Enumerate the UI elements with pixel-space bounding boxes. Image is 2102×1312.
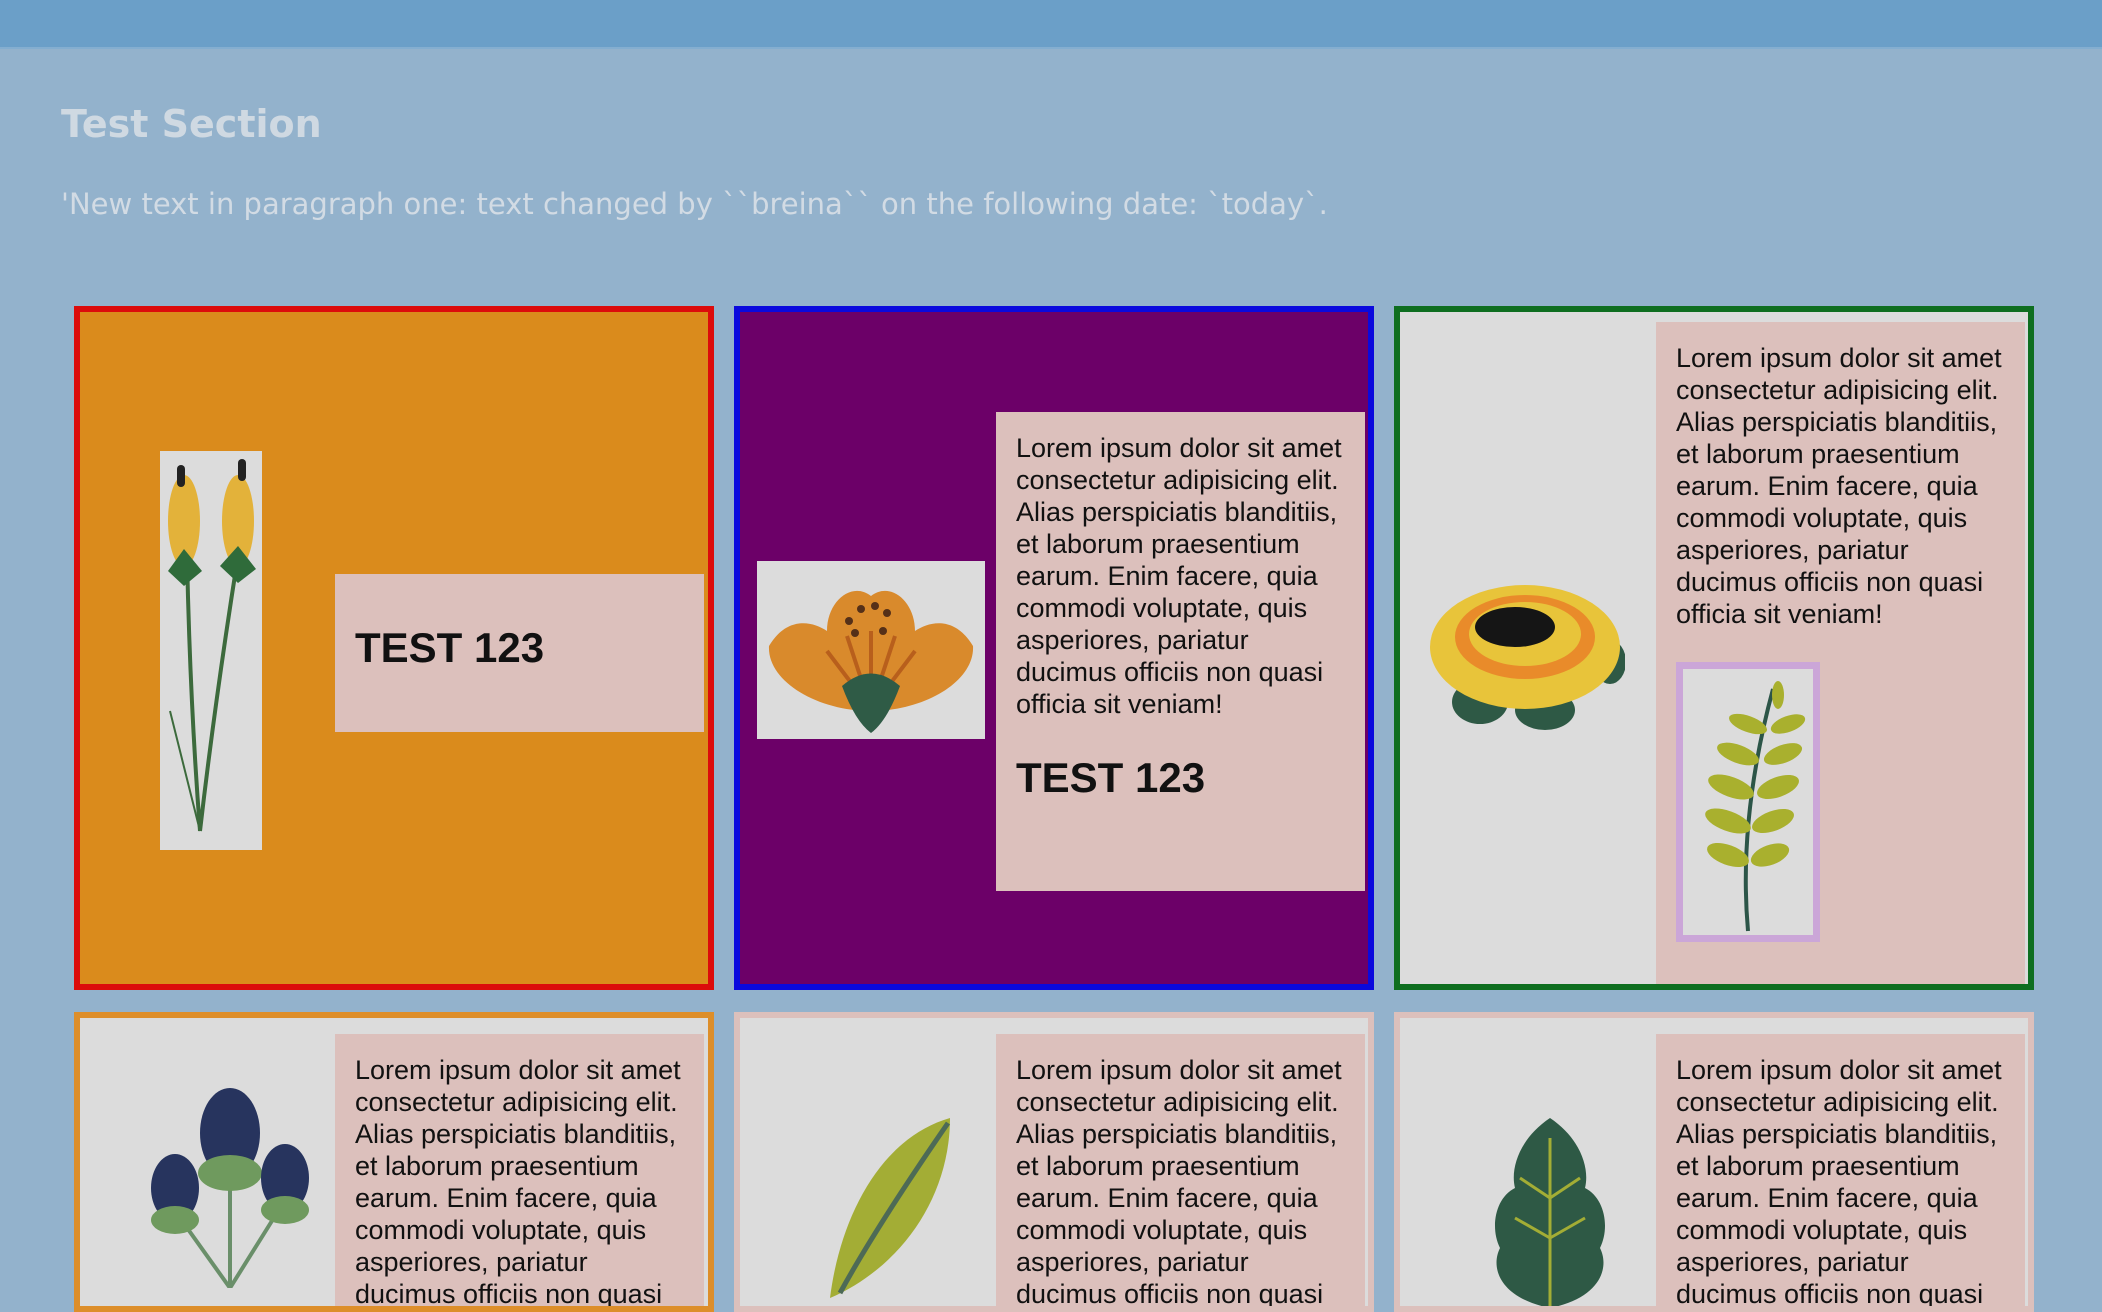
card-1-textbox: TEST 123 [335,574,704,732]
card-5-textbox: Lorem ipsum dolor sit amet consectetur a… [996,1034,1365,1309]
blue-thistle-image [120,1038,340,1288]
card-4-body-text: Lorem ipsum dolor sit amet consectetur a… [355,1055,681,1309]
card-2-heading: TEST 123 [1016,754,1206,801]
card-3-textbox: Lorem ipsum dolor sit amet consectetur a… [1656,322,2025,984]
card-2: Lorem ipsum dolor sit amet consectetur a… [734,306,1374,990]
top-navigation-bar [0,0,2102,49]
card-3: Lorem ipsum dolor sit amet consectetur a… [1394,306,2034,990]
card-2-body-text: Lorem ipsum dolor sit amet consectetur a… [1016,433,1342,719]
dark-leaf-icon [1495,1118,1605,1306]
card-5: Lorem ipsum dolor sit amet consectetur a… [734,1012,1374,1312]
blue-thistle-icon [151,1088,309,1288]
orange-lily-image [757,561,985,739]
section-title: Test Section [61,102,322,146]
section-paragraph: 'New text in paragraph one: text changed… [61,187,1328,221]
card-1: TEST 123 [74,306,714,990]
card-2-textbox: Lorem ipsum dolor sit amet consectetur a… [996,412,1365,891]
card-4: Lorem ipsum dolor sit amet consectetur a… [74,1012,714,1312]
card-6-textbox: Lorem ipsum dolor sit amet consectetur a… [1656,1034,2025,1309]
yellow-rose-icon [1430,585,1625,730]
green-leaf-image [800,1078,980,1298]
orange-lily-icon [768,590,974,733]
dark-leaf-image [1460,1108,1640,1306]
card-6-body-text: Lorem ipsum dolor sit amet consectetur a… [1676,1055,2002,1309]
wildflower-buds-image [160,451,262,850]
card-4-textbox: Lorem ipsum dolor sit amet consectetur a… [335,1034,704,1309]
fern-sprig-image [1676,662,1820,942]
card-1-heading: TEST 123 [355,624,545,671]
card-6: Lorem ipsum dolor sit amet consectetur a… [1394,1012,2034,1312]
wildflower-buds-icon [168,459,256,832]
green-leaf-icon [830,1118,951,1298]
yellow-rose-image [1425,552,1625,742]
card-5-body-text: Lorem ipsum dolor sit amet consectetur a… [1016,1055,1342,1309]
fern-sprig-icon [1705,681,1806,932]
card-3-body-text: Lorem ipsum dolor sit amet consectetur a… [1676,343,2002,629]
